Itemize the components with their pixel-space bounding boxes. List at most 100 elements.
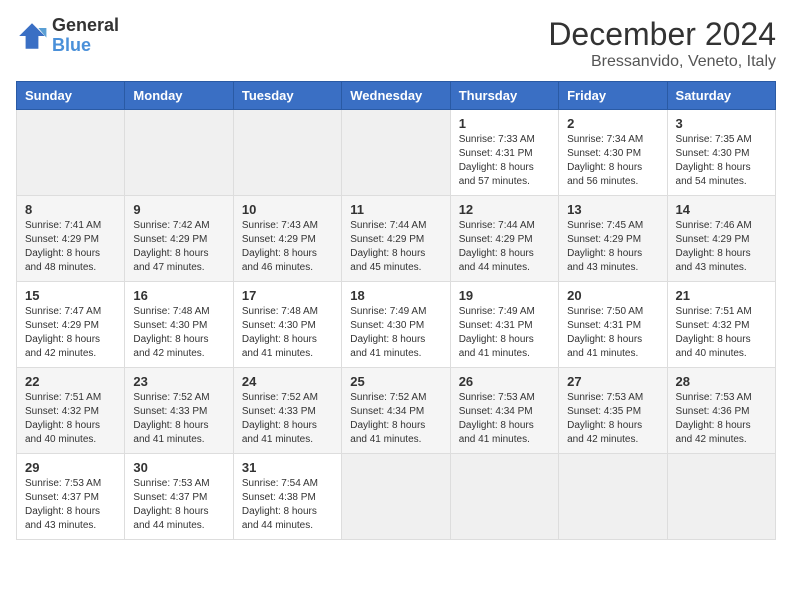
calendar-cell: 9 Sunrise: 7:42 AMSunset: 4:29 PMDaylight… [125,196,233,282]
calendar-cell: 10 Sunrise: 7:43 AMSunset: 4:29 PMDayligh… [233,196,341,282]
calendar-cell [17,110,125,196]
day-number: 1 [459,116,550,131]
day-info: Sunrise: 7:42 AMSunset: 4:29 PMDaylight:… [133,219,224,275]
calendar-cell [342,110,450,196]
day-info: Sunrise: 7:35 AMSunset: 4:30 PMDaylight:… [676,133,767,189]
day-number: 24 [242,374,333,389]
day-info: Sunrise: 7:53 AMSunset: 4:35 PMDaylight:… [567,391,658,447]
calendar-cell [342,454,450,540]
calendar-cell: 28 Sunrise: 7:53 AMSunset: 4:36 PMDayligh… [667,368,775,454]
week-row-1: 1 Sunrise: 7:33 AMSunset: 4:31 PMDaylight… [17,110,776,196]
day-info: Sunrise: 7:50 AMSunset: 4:31 PMDaylight:… [567,305,658,361]
day-info: Sunrise: 7:53 AMSunset: 4:37 PMDaylight:… [133,477,224,533]
calendar-cell: 1 Sunrise: 7:33 AMSunset: 4:31 PMDaylight… [450,110,558,196]
day-number: 16 [133,288,224,303]
day-info: Sunrise: 7:53 AMSunset: 4:37 PMDaylight:… [25,477,116,533]
calendar-cell: 20 Sunrise: 7:50 AMSunset: 4:31 PMDayligh… [559,282,667,368]
day-number: 19 [459,288,550,303]
day-info: Sunrise: 7:51 AMSunset: 4:32 PMDaylight:… [25,391,116,447]
logo-icon [16,20,48,52]
day-info: Sunrise: 7:45 AMSunset: 4:29 PMDaylight:… [567,219,658,275]
calendar-cell [450,454,558,540]
day-number: 12 [459,202,550,217]
calendar-cell: 21Sunrise: 7:51 AMSunset: 4:32 PMDayligh… [667,282,775,368]
day-header-sunday: Sunday [17,82,125,110]
calendar-header: SundayMondayTuesdayWednesdayThursdayFrid… [17,82,776,110]
day-number: 23 [133,374,224,389]
week-row-3: 15 Sunrise: 7:47 AMSunset: 4:29 PMDayligh… [17,282,776,368]
calendar-cell: 17 Sunrise: 7:48 AMSunset: 4:30 PMDayligh… [233,282,341,368]
calendar-cell: 11 Sunrise: 7:44 AMSunset: 4:29 PMDayligh… [342,196,450,282]
day-info: Sunrise: 7:49 AMSunset: 4:30 PMDaylight:… [350,305,441,361]
day-number: 30 [133,460,224,475]
day-number: 28 [676,374,767,389]
week-row-5: 29 Sunrise: 7:53 AMSunset: 4:37 PMDayligh… [17,454,776,540]
day-info: Sunrise: 7:53 AMSunset: 4:36 PMDaylight:… [676,391,767,447]
day-info: Sunrise: 7:47 AMSunset: 4:29 PMDaylight:… [25,305,116,361]
calendar-cell: 31Sunrise: 7:54 AMSunset: 4:38 PMDayligh… [233,454,341,540]
calendar-cell: 23Sunrise: 7:52 AMSunset: 4:33 PMDayligh… [125,368,233,454]
calendar-cell [233,110,341,196]
week-row-2: 8 Sunrise: 7:41 AMSunset: 4:29 PMDaylight… [17,196,776,282]
calendar-cell: 27 Sunrise: 7:53 AMSunset: 4:35 PMDayligh… [559,368,667,454]
header: General Blue December 2024 Bressanvido, … [16,16,776,71]
day-number: 14 [676,202,767,217]
calendar-cell: 24 Sunrise: 7:52 AMSunset: 4:33 PMDayligh… [233,368,341,454]
day-header-monday: Monday [125,82,233,110]
logo-text: General Blue [52,16,119,56]
day-number: 26 [459,374,550,389]
day-info: Sunrise: 7:49 AMSunset: 4:31 PMDaylight:… [459,305,550,361]
day-number: 27 [567,374,658,389]
day-info: Sunrise: 7:33 AMSunset: 4:31 PMDaylight:… [459,133,550,189]
day-number: 17 [242,288,333,303]
calendar-cell: 25 Sunrise: 7:52 AMSunset: 4:34 PMDayligh… [342,368,450,454]
day-number: 2 [567,116,658,131]
day-info: Sunrise: 7:51 AMSunset: 4:32 PMDaylight:… [676,305,767,361]
day-info: Sunrise: 7:53 AMSunset: 4:34 PMDaylight:… [459,391,550,447]
calendar-cell: 15 Sunrise: 7:47 AMSunset: 4:29 PMDayligh… [17,282,125,368]
calendar-cell: 26 Sunrise: 7:53 AMSunset: 4:34 PMDayligh… [450,368,558,454]
day-headers-row: SundayMondayTuesdayWednesdayThursdayFrid… [17,82,776,110]
calendar-table: SundayMondayTuesdayWednesdayThursdayFrid… [16,81,776,540]
calendar-body: 1 Sunrise: 7:33 AMSunset: 4:31 PMDaylight… [17,110,776,540]
day-number: 18 [350,288,441,303]
day-number: 11 [350,202,441,217]
day-info: Sunrise: 7:43 AMSunset: 4:29 PMDaylight:… [242,219,333,275]
calendar-cell: 13 Sunrise: 7:45 AMSunset: 4:29 PMDayligh… [559,196,667,282]
day-info: Sunrise: 7:52 AMSunset: 4:34 PMDaylight:… [350,391,441,447]
day-number: 25 [350,374,441,389]
calendar-cell: 14 Sunrise: 7:46 AMSunset: 4:29 PMDayligh… [667,196,775,282]
day-number: 13 [567,202,658,217]
calendar-cell: 16Sunrise: 7:48 AMSunset: 4:30 PMDayligh… [125,282,233,368]
day-number: 8 [25,202,116,217]
calendar-cell [559,454,667,540]
day-number: 9 [133,202,224,217]
day-info: Sunrise: 7:48 AMSunset: 4:30 PMDaylight:… [242,305,333,361]
week-row-4: 22 Sunrise: 7:51 AMSunset: 4:32 PMDayligh… [17,368,776,454]
calendar-cell: 2 Sunrise: 7:34 AMSunset: 4:30 PMDaylight… [559,110,667,196]
calendar-cell [125,110,233,196]
day-number: 15 [25,288,116,303]
calendar-cell: 3Sunrise: 7:35 AMSunset: 4:30 PMDaylight… [667,110,775,196]
day-info: Sunrise: 7:44 AMSunset: 4:29 PMDaylight:… [459,219,550,275]
calendar-cell: 18 Sunrise: 7:49 AMSunset: 4:30 PMDayligh… [342,282,450,368]
day-header-saturday: Saturday [667,82,775,110]
day-info: Sunrise: 7:34 AMSunset: 4:30 PMDaylight:… [567,133,658,189]
calendar-cell: 8 Sunrise: 7:41 AMSunset: 4:29 PMDaylight… [17,196,125,282]
day-info: Sunrise: 7:46 AMSunset: 4:29 PMDaylight:… [676,219,767,275]
calendar-cell [667,454,775,540]
day-info: Sunrise: 7:54 AMSunset: 4:38 PMDaylight:… [242,477,333,533]
title-area: December 2024 Bressanvido, Veneto, Italy [548,16,776,71]
day-info: Sunrise: 7:41 AMSunset: 4:29 PMDaylight:… [25,219,116,275]
day-header-tuesday: Tuesday [233,82,341,110]
day-info: Sunrise: 7:52 AMSunset: 4:33 PMDaylight:… [242,391,333,447]
day-info: Sunrise: 7:44 AMSunset: 4:29 PMDaylight:… [350,219,441,275]
calendar-cell: 30 Sunrise: 7:53 AMSunset: 4:37 PMDayligh… [125,454,233,540]
day-number: 10 [242,202,333,217]
day-number: 29 [25,460,116,475]
calendar-title: December 2024 [548,16,776,53]
calendar-subtitle: Bressanvido, Veneto, Italy [548,53,776,71]
day-number: 20 [567,288,658,303]
day-number: 22 [25,374,116,389]
day-header-thursday: Thursday [450,82,558,110]
